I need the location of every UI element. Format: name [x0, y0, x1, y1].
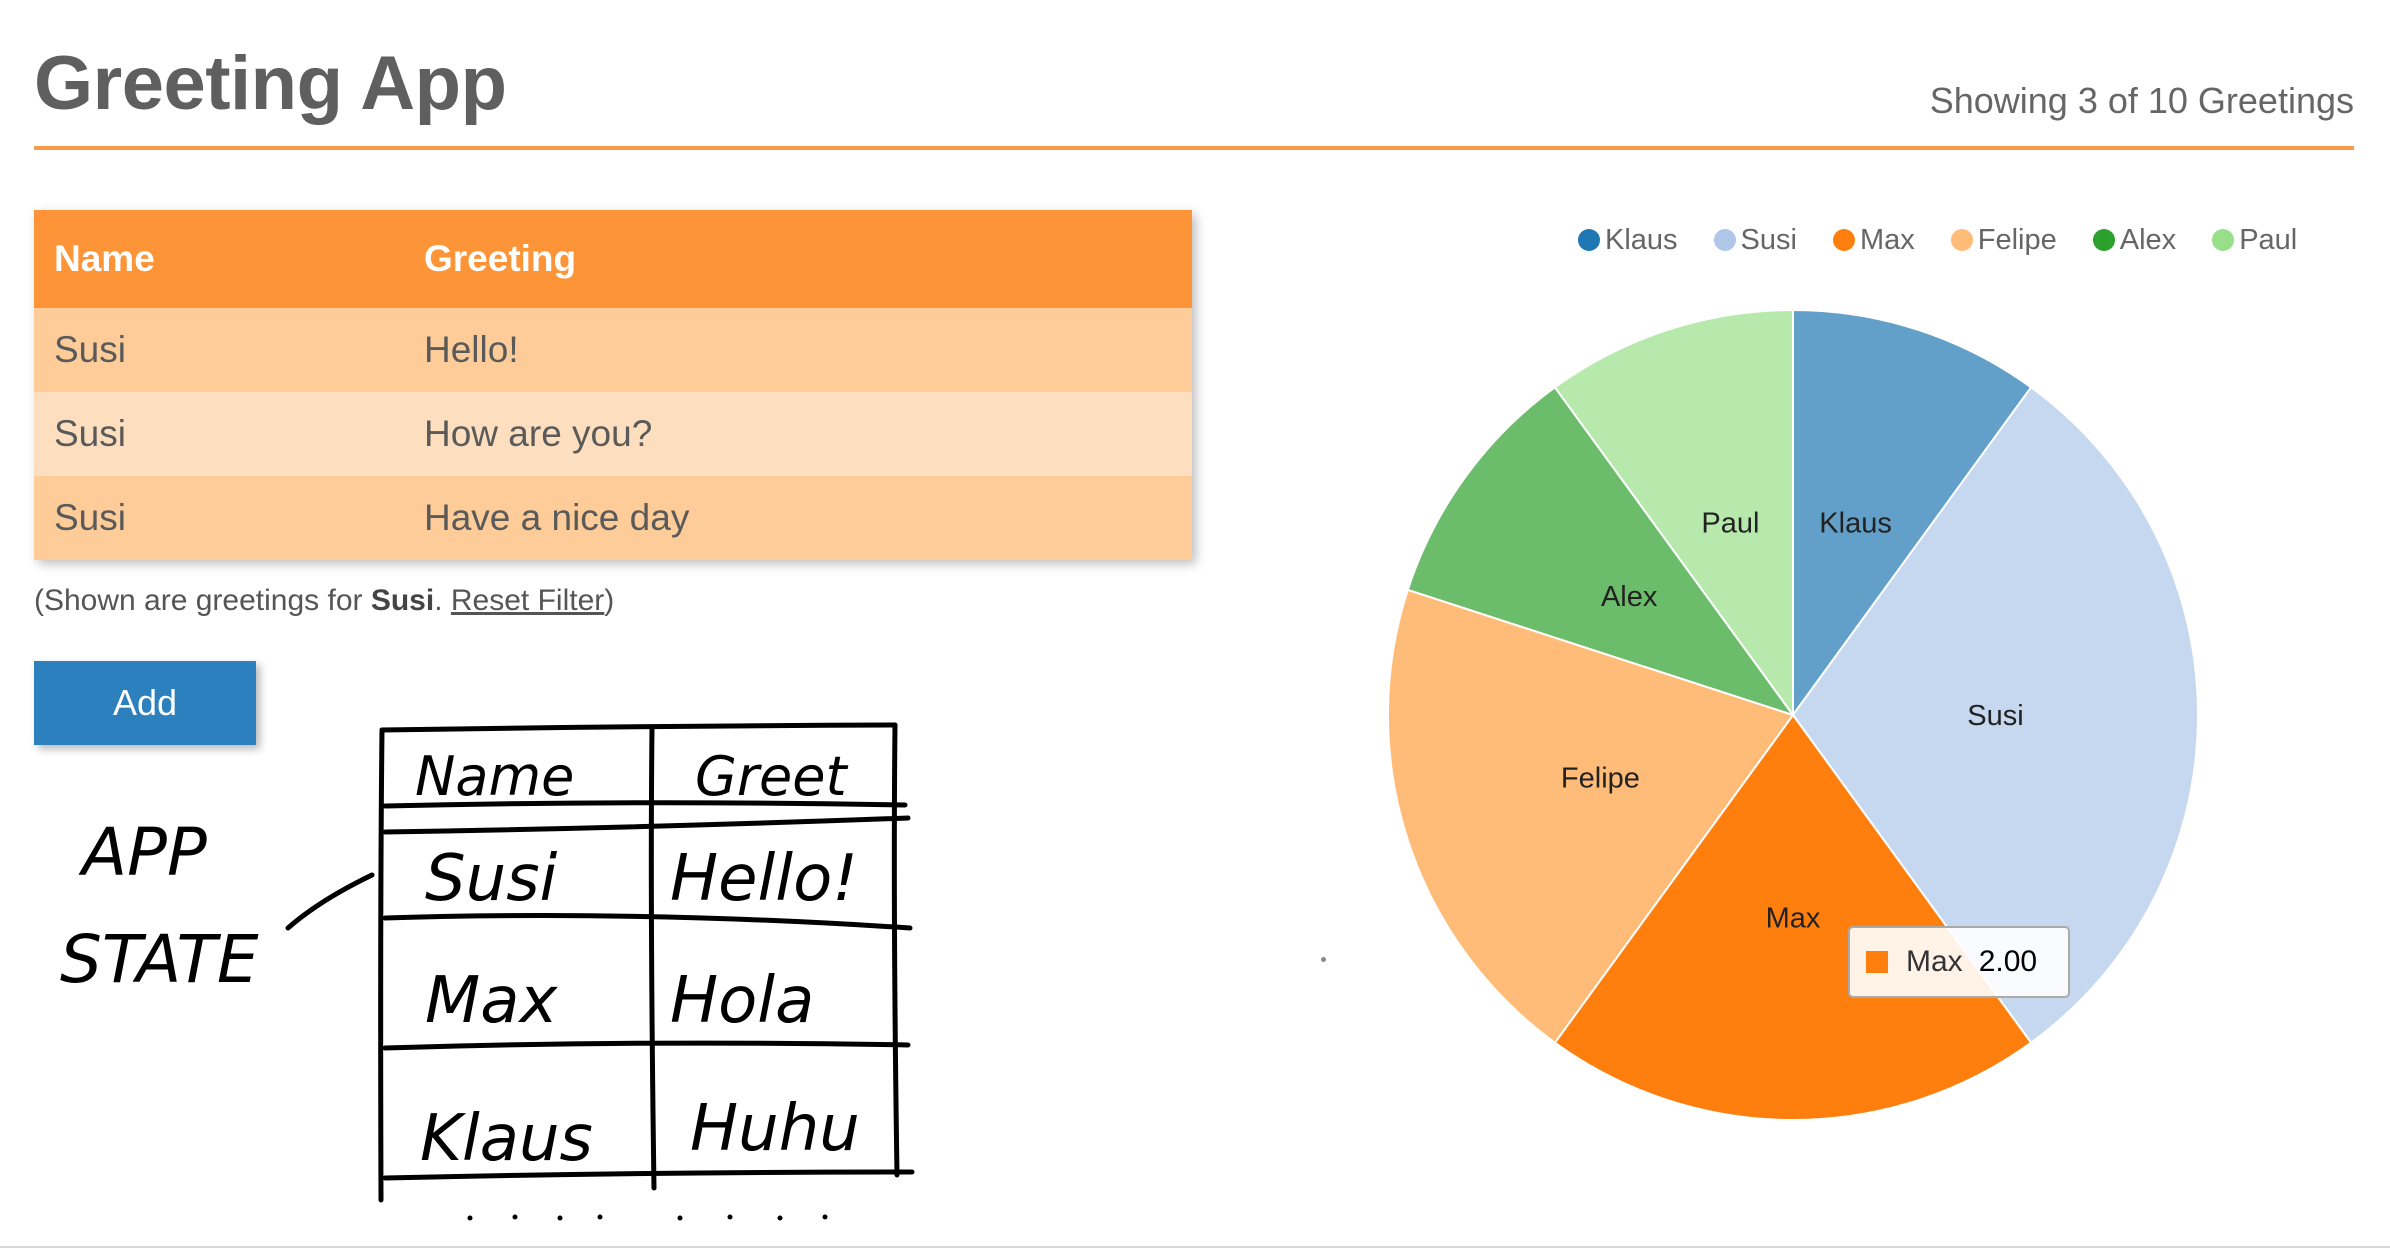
sketch-header-greet: Greet [695, 745, 848, 808]
column-header-name[interactable]: Name [34, 210, 404, 308]
legend-dot-icon [1950, 229, 1973, 251]
filter-name: Susi [370, 584, 435, 617]
pie-label-klaus: Klaus [1819, 507, 1892, 539]
legend-label: Alex [2119, 223, 2177, 256]
sketch-label-state: STATE [60, 921, 259, 998]
legend-label: Max [1859, 223, 1915, 256]
table-row[interactable]: Susi Hello! [34, 308, 1192, 392]
chart-tooltip: Max 2.00 [1848, 926, 2070, 998]
sketch-cell: Susi [425, 842, 558, 916]
sketch-label-app: APP [78, 814, 207, 891]
legend-item-susi[interactable]: Susi [1713, 220, 1797, 260]
legend-label: Susi [1740, 223, 1797, 256]
greeting-count-status: Showing 3 of 10 Greetings [1929, 80, 2354, 121]
cell-greeting: Hello! [404, 308, 1192, 392]
sketch-cell: Klaus [420, 1102, 593, 1176]
legend-item-felipe[interactable]: Felipe [1950, 220, 2057, 260]
tooltip-label: Max [1906, 945, 1963, 978]
cell-greeting: How are you? [404, 392, 1192, 476]
sketch-header-name: Name [415, 745, 574, 808]
cell-name[interactable]: Susi [34, 392, 404, 476]
chart-legend: Klaus Susi Max Felipe Alex Paul [1578, 220, 2333, 260]
legend-item-max[interactable]: Max [1832, 220, 1915, 260]
tooltip-value: 2.00 [1978, 945, 2038, 978]
legend-dot-icon [1713, 229, 1736, 251]
cell-greeting: Have a nice day [404, 476, 1192, 560]
cell-name[interactable]: Susi [34, 476, 404, 560]
sketch-cell: Hola [670, 964, 814, 1038]
legend-dot-icon [1832, 229, 1855, 251]
legend-label: Felipe [1977, 223, 2057, 256]
pie-label-susi: Susi [1967, 700, 2023, 732]
pie-label-paul: Paul [1701, 507, 1759, 539]
app-header: Greeting App Showing 3 of 10 Greetings [34, 30, 2354, 150]
legend-item-paul[interactable]: Paul [2212, 220, 2297, 260]
pie-label-max: Max [1766, 903, 1821, 935]
legend-dot-icon [2212, 229, 2235, 251]
legend-dot-icon [2092, 229, 2115, 251]
filter-note: (Shown are greetings for Susi. Reset Fil… [34, 584, 615, 617]
bottom-divider [0, 1246, 2390, 1248]
reset-filter-link[interactable]: Reset Filter [451, 584, 604, 617]
greetings-pie-chart: Klaus Susi Max Felipe Alex Paul Klaus Susi Max F… [1300, 200, 2380, 1160]
page-title: Greeting App [34, 41, 507, 126]
legend-item-alex[interactable]: Alex [2092, 220, 2177, 260]
sketch-cell: Hello! [670, 842, 858, 916]
cell-name[interactable]: Susi [34, 308, 404, 392]
table-row[interactable]: Susi How are you? [34, 392, 1192, 476]
legend-label: Klaus [1605, 223, 1678, 256]
legend-dot-icon [1578, 229, 1600, 251]
pie-label-felipe: Felipe [1561, 763, 1640, 795]
column-header-greeting[interactable]: Greeting [404, 210, 1192, 308]
table-row[interactable]: Susi Have a nice day [34, 476, 1192, 560]
pie-label-alex: Alex [1601, 581, 1658, 613]
legend-item-klaus[interactable]: Klaus [1578, 220, 1678, 260]
sketch-cell: Huhu [690, 1092, 860, 1166]
tooltip-swatch [1866, 951, 1888, 973]
app-state-sketch: APP STATE Name Greet Susi Hello! Max Hol… [60, 722, 915, 1221]
sketch-cell: Max [425, 964, 558, 1038]
table-header-row: Name Greeting [34, 210, 1192, 308]
header-divider [34, 146, 2354, 150]
legend-label: Paul [2239, 223, 2298, 256]
pie-canvas: Klaus Susi Max Felipe Alex Paul [1387, 308, 2199, 1121]
greetings-table: Name Greeting Susi Hello! Susi How are y… [34, 210, 1192, 560]
